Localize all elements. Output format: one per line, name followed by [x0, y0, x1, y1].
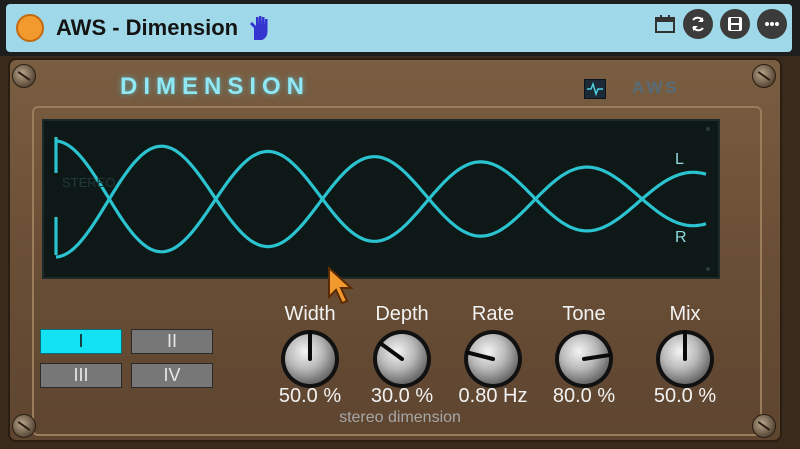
more-icon[interactable] — [757, 9, 787, 39]
aws-logo: AWS — [632, 78, 680, 97]
save-icon[interactable] — [720, 9, 750, 39]
stereo-label: STEREO — [62, 175, 116, 190]
plugin-brand-title: DIMENSION — [120, 73, 311, 100]
right-channel-label: R — [675, 229, 687, 246]
screw-icon — [752, 64, 776, 88]
mix-label: Mix — [669, 303, 701, 325]
waveform-graph — [54, 127, 710, 271]
screw-icon — [12, 64, 36, 88]
power-icon[interactable] — [16, 14, 44, 42]
screw-icon — [12, 414, 36, 438]
left-channel-label: L — [675, 151, 684, 168]
plugin-caption: stereo dimension — [339, 409, 461, 426]
rate-knob[interactable] — [463, 329, 523, 389]
tone-label: Tone — [562, 303, 606, 325]
mode-button-2[interactable]: II — [131, 329, 213, 354]
rate-label: Rate — [471, 303, 515, 325]
calendar-icon[interactable] — [654, 14, 676, 34]
mouse-cursor-icon — [328, 265, 354, 305]
screw-icon — [752, 414, 776, 438]
depth-knob[interactable] — [372, 329, 432, 389]
depth-label: Depth — [375, 303, 429, 325]
tone-value: 80.0 % — [552, 385, 616, 407]
waveform-icon[interactable] — [584, 79, 606, 99]
mix-knob[interactable] — [655, 329, 715, 389]
mix-value: 50.0 % — [653, 385, 717, 407]
title-bar: AWS - Dimension — [0, 0, 800, 56]
mode-button-4[interactable]: IV — [131, 363, 213, 388]
waveform-display — [42, 119, 720, 279]
window-title: AWS - Dimension — [56, 15, 239, 40]
tone-knob[interactable] — [554, 329, 614, 389]
width-knob[interactable] — [280, 329, 340, 389]
hand-icon[interactable] — [246, 14, 274, 42]
mode-button-1[interactable]: I — [40, 329, 122, 354]
sync-icon[interactable] — [683, 9, 713, 39]
mode-button-3[interactable]: III — [40, 363, 122, 388]
